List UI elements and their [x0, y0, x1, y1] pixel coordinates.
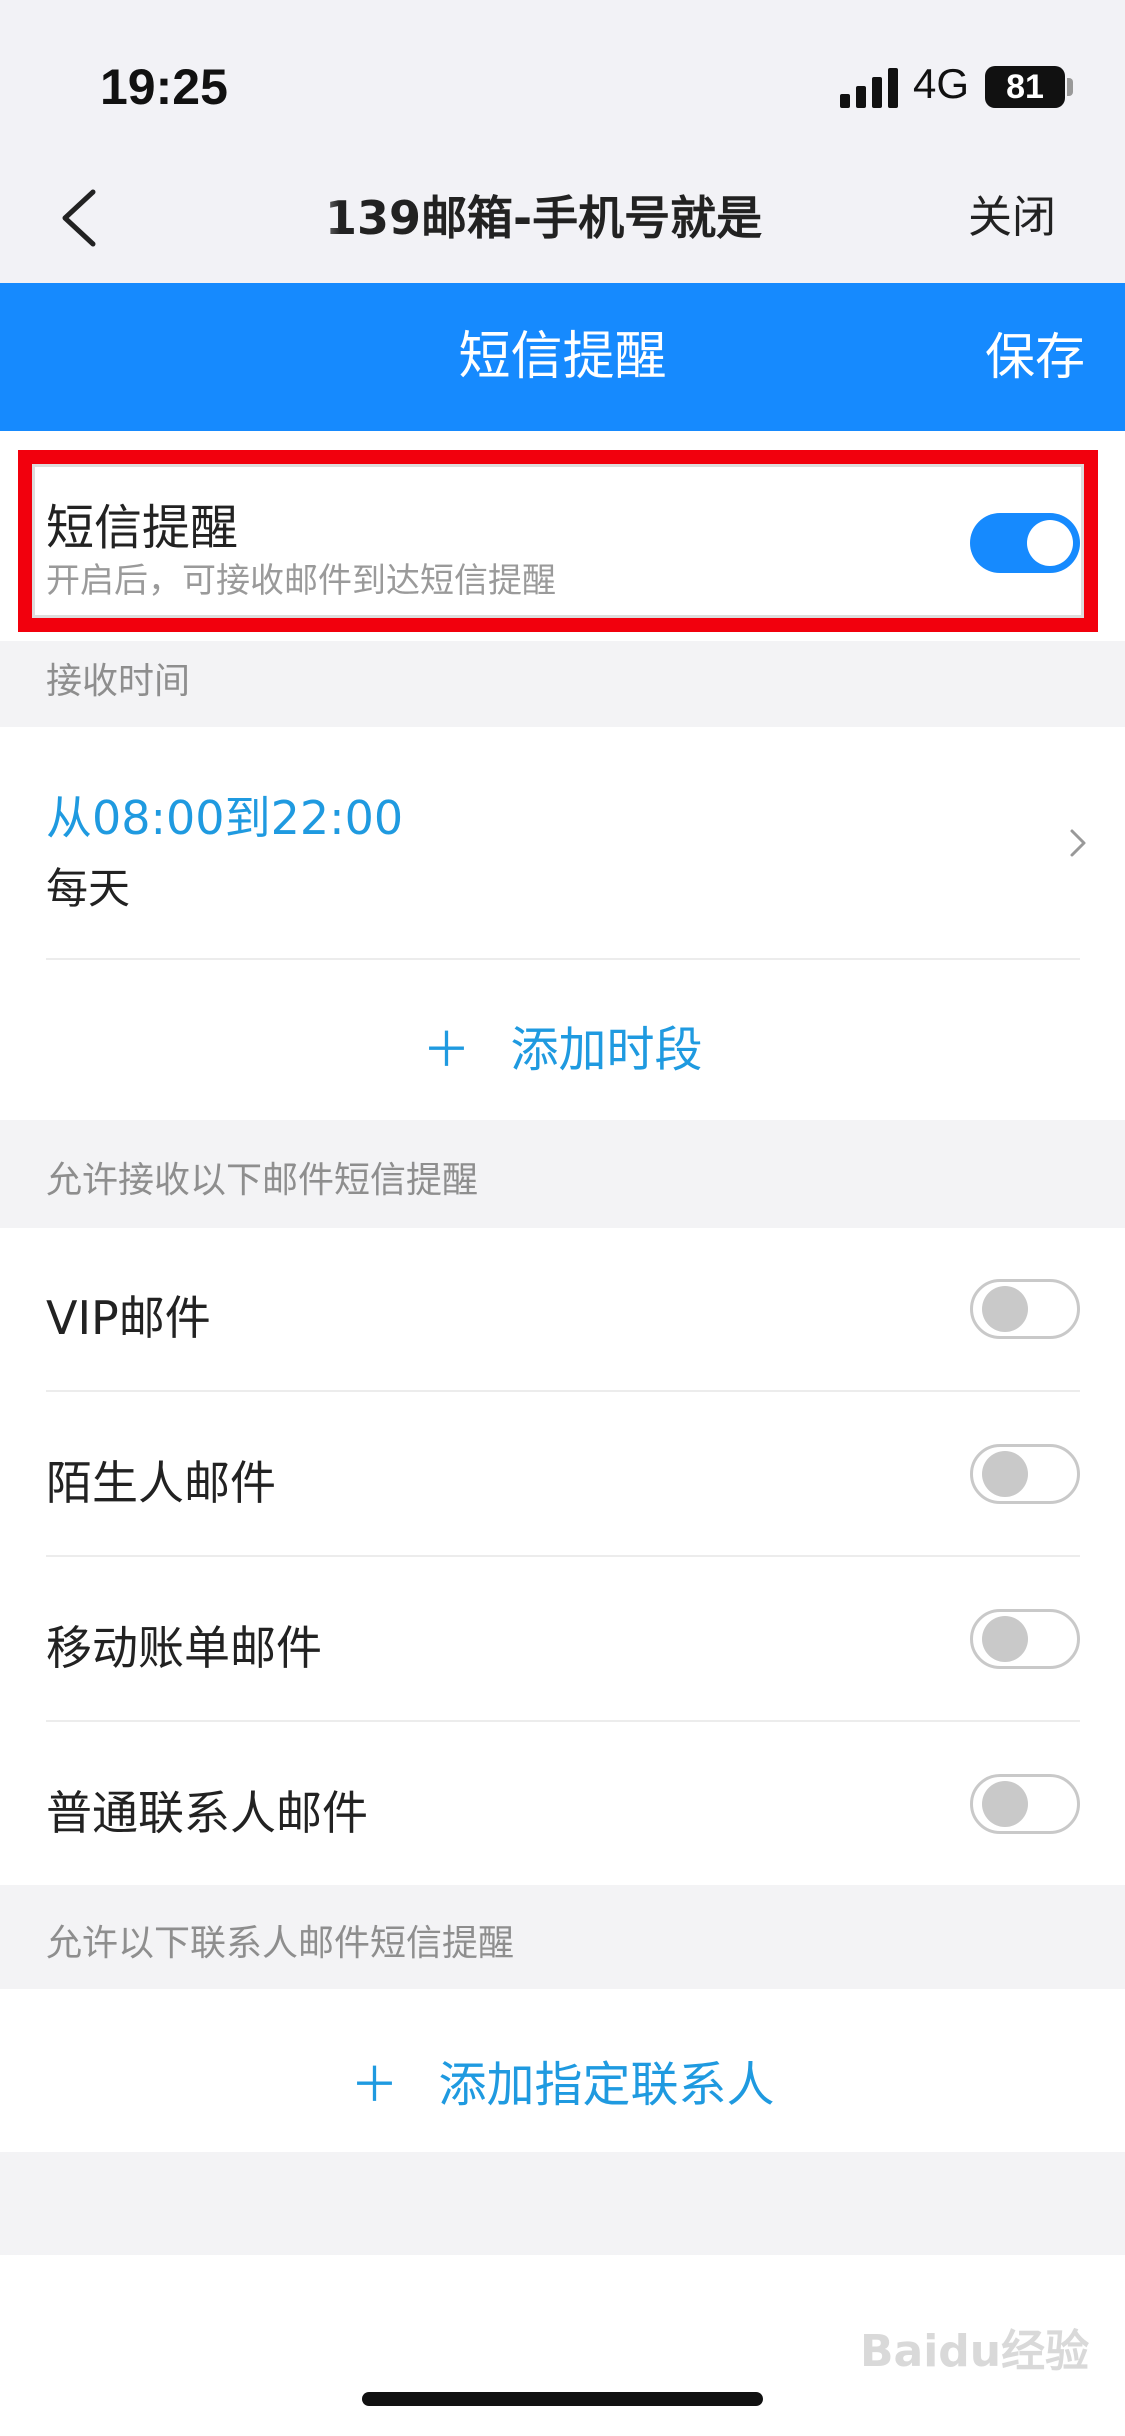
page-title: 短信提醒 — [458, 327, 667, 387]
add-period-label: 添加时段 — [510, 1022, 703, 1078]
watermark: Baidu经验 — [860, 2326, 1090, 2377]
sms-reminder-toggle[interactable] — [970, 513, 1080, 573]
toggle-knob — [982, 1286, 1028, 1332]
section-label-mail-types: 允许接收以下邮件短信提醒 — [46, 1160, 479, 1201]
add-contact-label: 添加指定联系人 — [438, 2057, 775, 2113]
back-arrow-icon[interactable] — [55, 188, 105, 248]
toggle-knob — [982, 1451, 1028, 1497]
mail-type-label-stranger: 陌生人邮件 — [46, 1456, 276, 1510]
chevron-right-icon — [1070, 829, 1086, 857]
sms-reminder-title: 短信提醒 — [46, 500, 239, 556]
toggle-knob — [1027, 520, 1073, 566]
contact-mail-toggle[interactable] — [970, 1774, 1080, 1834]
divider — [46, 1390, 1080, 1392]
home-indicator[interactable] — [362, 2392, 763, 2406]
time-range: 从08:00到22:00 — [46, 791, 404, 845]
stranger-mail-toggle[interactable] — [970, 1444, 1080, 1504]
mail-type-label-bill: 移动账单邮件 — [46, 1621, 322, 1675]
battery-icon: 81 — [985, 66, 1065, 108]
battery-cap — [1067, 78, 1073, 96]
title-fade-left — [300, 185, 340, 255]
nav-title-text: 139邮箱-手机号就是 — [325, 191, 763, 245]
mail-type-label-vip: VIP邮件 — [46, 1291, 211, 1345]
vip-mail-toggle[interactable] — [970, 1279, 1080, 1339]
network-type: 4G — [913, 60, 970, 107]
toggle-knob — [982, 1781, 1028, 1827]
toggle-knob — [982, 1616, 1028, 1662]
title-fade-right — [775, 185, 830, 255]
divider — [46, 1555, 1080, 1557]
divider — [46, 958, 1080, 960]
status-time: 19:25 — [100, 59, 228, 115]
signal-icon — [840, 68, 898, 108]
section-label-contacts: 允许以下联系人邮件短信提醒 — [46, 1923, 515, 1964]
add-period-button[interactable]: ＋ 添加时段 — [0, 1010, 1125, 1080]
bill-mail-toggle[interactable] — [970, 1609, 1080, 1669]
plus-icon: ＋ — [422, 1022, 471, 1078]
save-button[interactable]: 保存 — [985, 283, 1085, 431]
add-contact-button[interactable]: ＋ 添加指定联系人 — [0, 2045, 1125, 2115]
close-button[interactable]: 关闭 — [968, 188, 1056, 248]
sms-reminder-subtitle: 开启后，可接收邮件到达短信提醒 — [46, 561, 556, 601]
mail-type-label-contact: 普通联系人邮件 — [46, 1786, 368, 1840]
divider — [46, 1720, 1080, 1722]
section-label-receive-time: 接收时间 — [46, 661, 191, 702]
time-days: 每天 — [46, 864, 131, 913]
plus-icon: ＋ — [350, 2057, 399, 2113]
nav-title: 139邮箱-手机号就是 — [300, 188, 825, 248]
